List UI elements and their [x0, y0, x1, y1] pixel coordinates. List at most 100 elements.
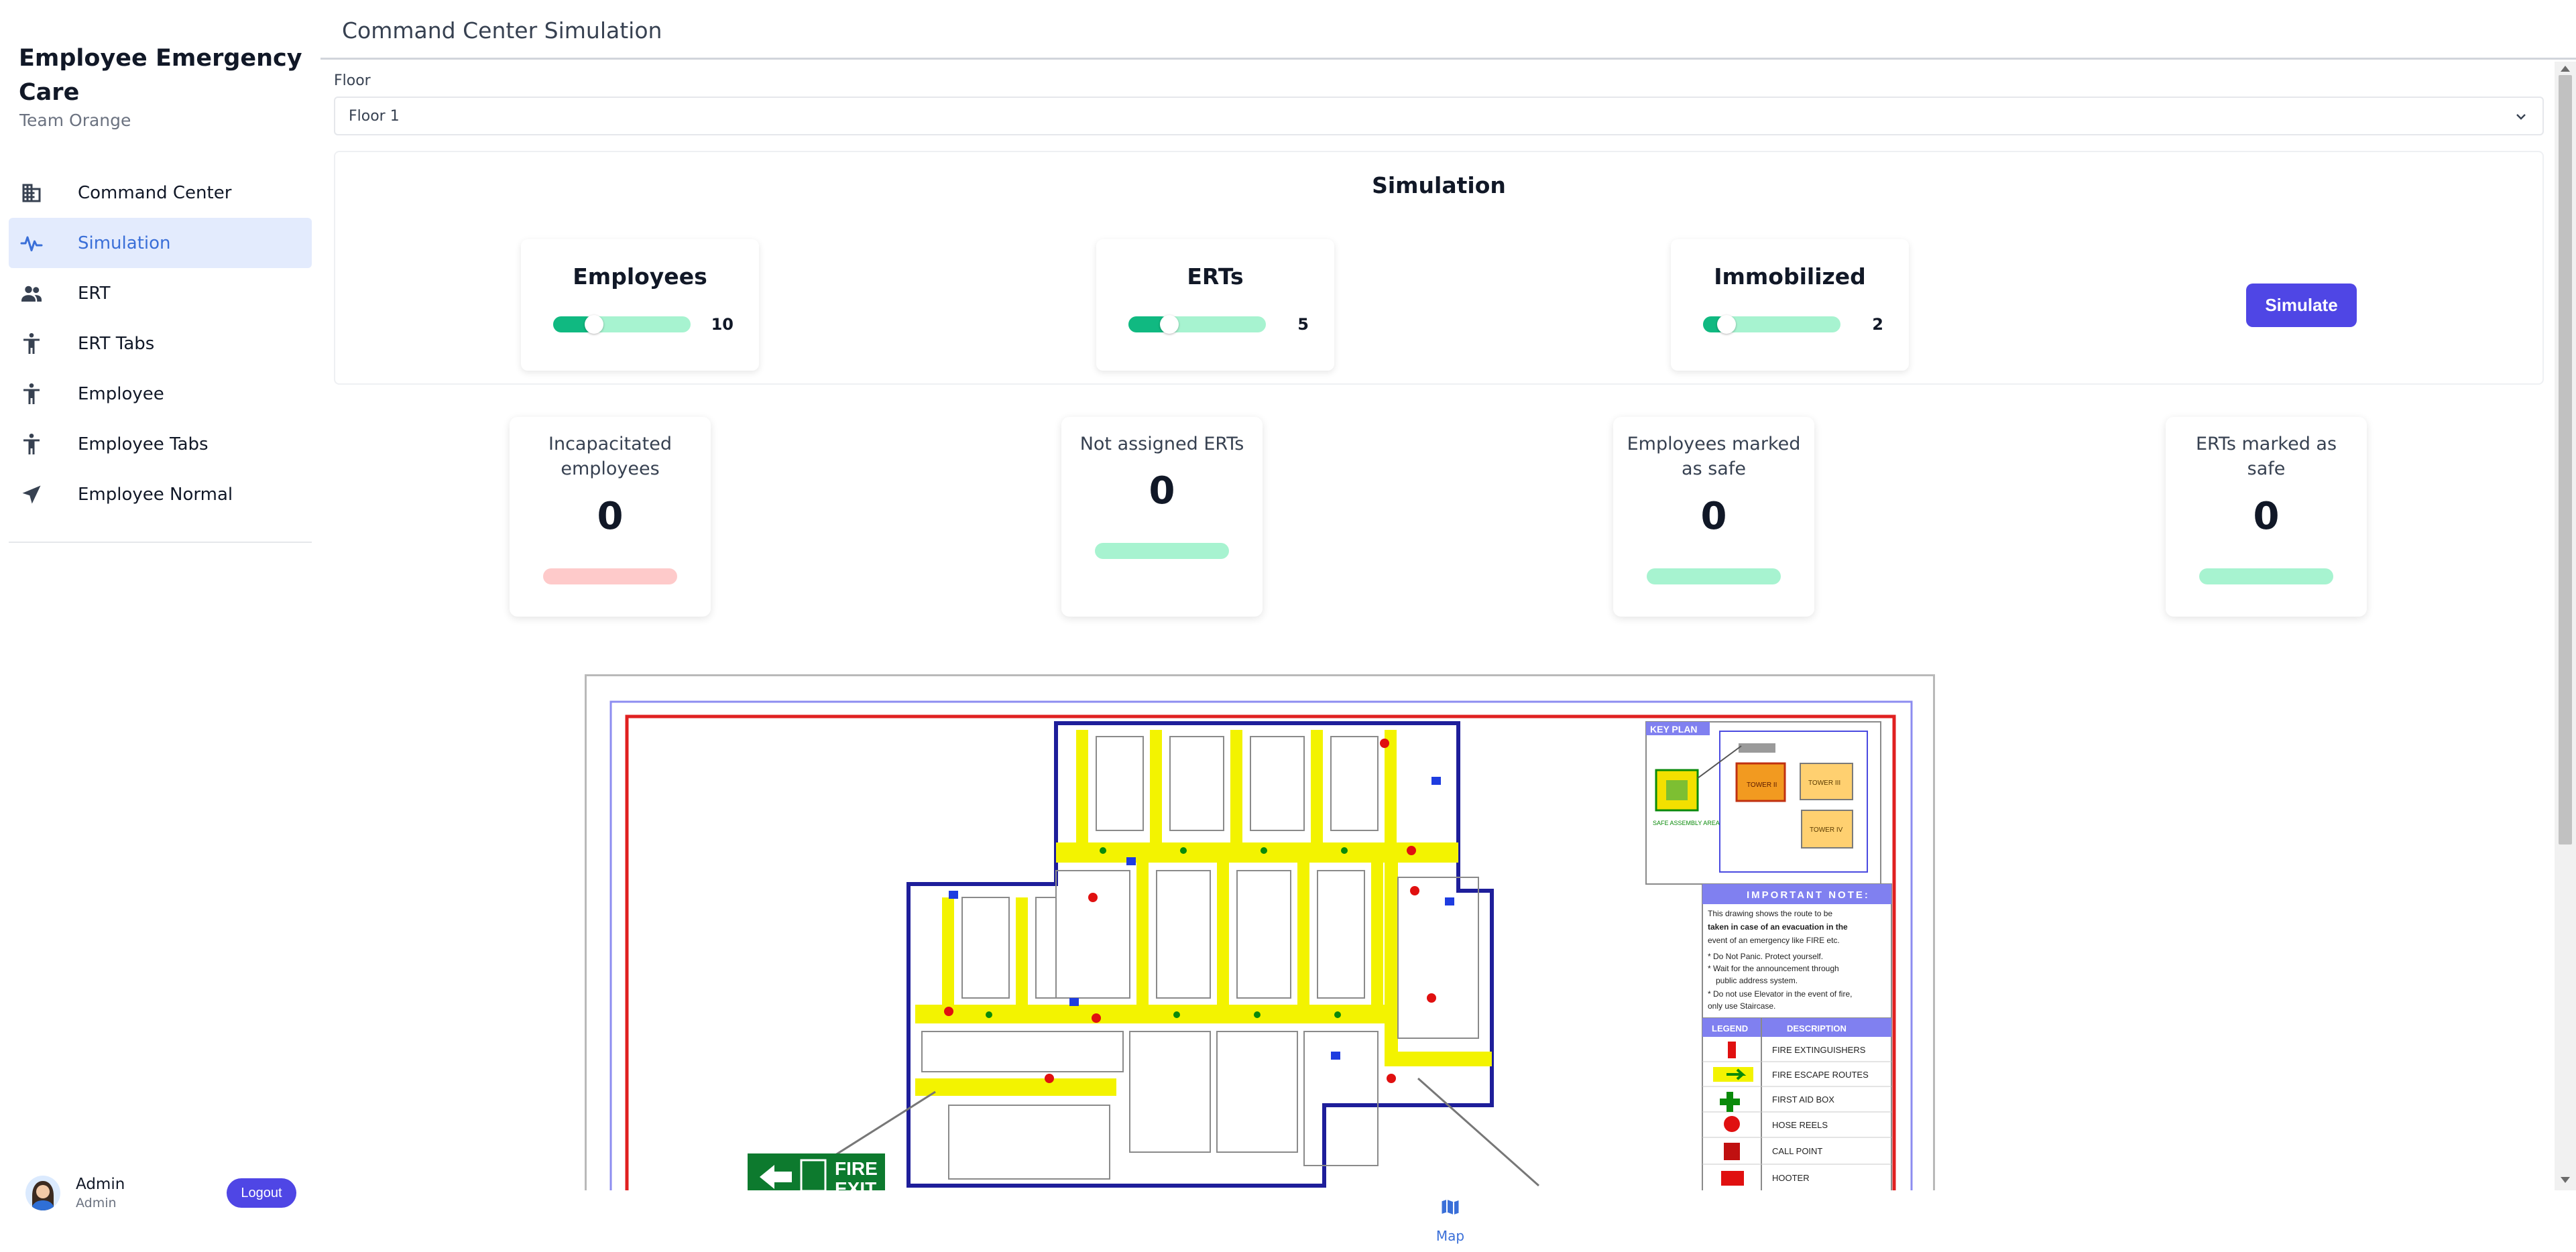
map-icon: [1442, 1199, 1459, 1215]
slider-value: 10: [711, 315, 734, 334]
sidebar-item-label: Command Center: [78, 182, 232, 203]
main-content: Floor Floor 1 Simulation Employees 10 ER…: [320, 62, 2555, 1190]
stat-value: 0: [1700, 495, 1727, 538]
stat-label: Employees marked as safe: [1627, 434, 1801, 479]
legend-label: HOSE REELS: [1772, 1120, 1828, 1130]
legend-label: FIRE ESCAPE ROUTES: [1772, 1070, 1869, 1080]
stat-bar: [1095, 543, 1229, 559]
floor-select[interactable]: Floor 1: [334, 97, 2544, 135]
employees-slider-card: Employees 10: [521, 239, 759, 371]
sidebar-item-simulation[interactable]: Simulation: [9, 218, 312, 268]
slider-thumb[interactable]: [1160, 315, 1179, 334]
sidebar-item-ert-tabs[interactable]: ERT Tabs: [9, 318, 312, 369]
key-plan-block: TOWER III: [1808, 779, 1840, 787]
app-title: Employee Emergency Care: [19, 45, 302, 106]
stat-value: 0: [2253, 495, 2280, 538]
sidebar-item-employee-tabs[interactable]: Employee Tabs: [9, 419, 312, 469]
employees-slider[interactable]: [553, 315, 691, 334]
stat-card-not-assigned-erts: Not assigned ERTs 0: [1061, 417, 1263, 617]
stat-value: 0: [1149, 469, 1175, 513]
legend-label: FIRE EXTINGUISHERS: [1772, 1045, 1866, 1055]
key-plan: KEY PLAN SAFE ASSEMBLY AREA TOWER II TOW…: [1645, 721, 1881, 885]
avatar[interactable]: [25, 1176, 60, 1210]
sidebar-nav: Command Center Simulation ERT ERT Tabs E…: [9, 168, 312, 519]
slider-title: Immobilized: [1714, 263, 1866, 290]
sidebar-item-employee-normal[interactable]: Employee Normal: [9, 469, 312, 519]
key-plan-label: KEY PLAN: [1650, 724, 1698, 735]
people-icon: [21, 286, 42, 302]
erts-slider-card: ERTs 5: [1096, 239, 1334, 371]
logout-button[interactable]: Logout: [227, 1178, 296, 1208]
stat-bar: [543, 568, 677, 584]
user-profile: Admin Admin Logout: [25, 1174, 307, 1214]
chevron-down-icon: [2516, 114, 2526, 120]
sidebar-item-command-center[interactable]: Command Center: [9, 168, 312, 218]
fire-extinguisher-icon: [1728, 1042, 1736, 1058]
person-icon: [23, 383, 40, 404]
sidebar-item-label: Employee Normal: [78, 484, 233, 505]
immobilized-slider[interactable]: [1703, 315, 1840, 334]
stat-label: Incapacitated employees: [548, 434, 672, 479]
legend-label: CALL POINT: [1772, 1146, 1822, 1156]
key-plan-block: TOWER IV: [1810, 826, 1843, 834]
sidebar-divider: [9, 542, 312, 543]
sidebar-item-label: Simulation: [78, 233, 171, 253]
simulate-button[interactable]: Simulate: [2246, 284, 2357, 327]
stat-card-incapacitated: Incapacitated employees 0: [510, 417, 711, 617]
slider-value: 2: [1872, 315, 1883, 334]
stat-label: Not assigned ERTs: [1079, 434, 1244, 454]
erts-slider[interactable]: [1128, 315, 1266, 334]
legend-label: HOOTER: [1772, 1173, 1810, 1183]
pulse-icon: [20, 236, 43, 251]
user-name: Admin: [76, 1176, 125, 1193]
note-line: taken in case of an evacuation in the: [1708, 922, 1848, 932]
hose-reel-icon: [1724, 1116, 1740, 1132]
stat-card-erts-safe: ERTs marked as safe 0: [2166, 417, 2367, 617]
page-title: Command Center Simulation: [342, 17, 662, 44]
map-tab-label: Map: [1436, 1228, 1465, 1244]
slider-title: ERTs: [1187, 263, 1244, 290]
note-line: * Do Not Panic. Protect yourself.: [1708, 952, 1823, 961]
important-note: IMPORTANT NOTE: This drawing shows the r…: [1702, 883, 1892, 1019]
slider-thumb[interactable]: [585, 315, 603, 334]
sidebar-item-employee[interactable]: Employee: [9, 369, 312, 419]
stat-bar: [2199, 568, 2333, 584]
stat-label: ERTs marked as safe: [2195, 434, 2337, 479]
note-title: IMPORTANT NOTE:: [1747, 889, 1870, 901]
note-line: * Do not use Elevator in the event of fi…: [1708, 989, 1852, 999]
sidebar-item-ert[interactable]: ERT: [9, 268, 312, 318]
legend-header: LEGEND: [1712, 1023, 1748, 1034]
building-icon: [22, 184, 41, 202]
map-legend: LEGEND DESCRIPTION FIRE EXTINGUISHERS FI: [1702, 1017, 1892, 1190]
immobilized-slider-card: Immobilized 2: [1671, 239, 1909, 371]
note-line: event of an emergency like FIRE etc.: [1708, 936, 1840, 945]
key-plan-block: TOWER II: [1747, 781, 1777, 789]
note-line: only use Staircase.: [1708, 1001, 1775, 1011]
note-line: This drawing shows the route to be: [1708, 909, 1832, 918]
person-icon: [23, 433, 40, 454]
slider-thumb[interactable]: [1717, 315, 1736, 334]
floor-map[interactable]: FIRE EXIT KEY PLAN SAFE ASSEMBLY AREA TO…: [585, 674, 1935, 1190]
slider-title: Employees: [573, 263, 707, 290]
fire-exit-text-1: FIRE: [835, 1158, 878, 1179]
vertical-scrollbar[interactable]: [2555, 62, 2576, 1190]
fire-exit-sign: FIRE EXIT: [748, 1153, 885, 1190]
legend-label: FIRST AID BOX: [1772, 1094, 1834, 1105]
top-header: Command Center Simulation: [320, 0, 2576, 60]
app-subtitle: Team Orange: [19, 111, 131, 130]
sidebar: Employee Emergency Care Team Orange Comm…: [0, 0, 320, 1252]
scroll-thumb[interactable]: [2559, 75, 2572, 844]
legend-header: DESCRIPTION: [1787, 1023, 1847, 1034]
simulation-panel: Simulation Employees 10 ERTs 5 Immobiliz…: [334, 151, 2544, 385]
user-role: Admin: [76, 1196, 117, 1210]
bottom-nav-map-tab[interactable]: Map: [1430, 1197, 1470, 1247]
stat-bar: [1647, 568, 1781, 584]
stat-card-employees-safe: Employees marked as safe 0: [1613, 417, 1814, 617]
scroll-up-arrow-icon[interactable]: [2561, 66, 2570, 72]
floor-selected-value: Floor 1: [349, 108, 400, 125]
hooter-icon: [1721, 1171, 1744, 1186]
floor-label: Floor: [334, 72, 371, 89]
sidebar-item-label: Employee: [78, 383, 164, 404]
scroll-down-arrow-icon[interactable]: [2561, 1177, 2570, 1183]
stat-value: 0: [597, 495, 624, 538]
